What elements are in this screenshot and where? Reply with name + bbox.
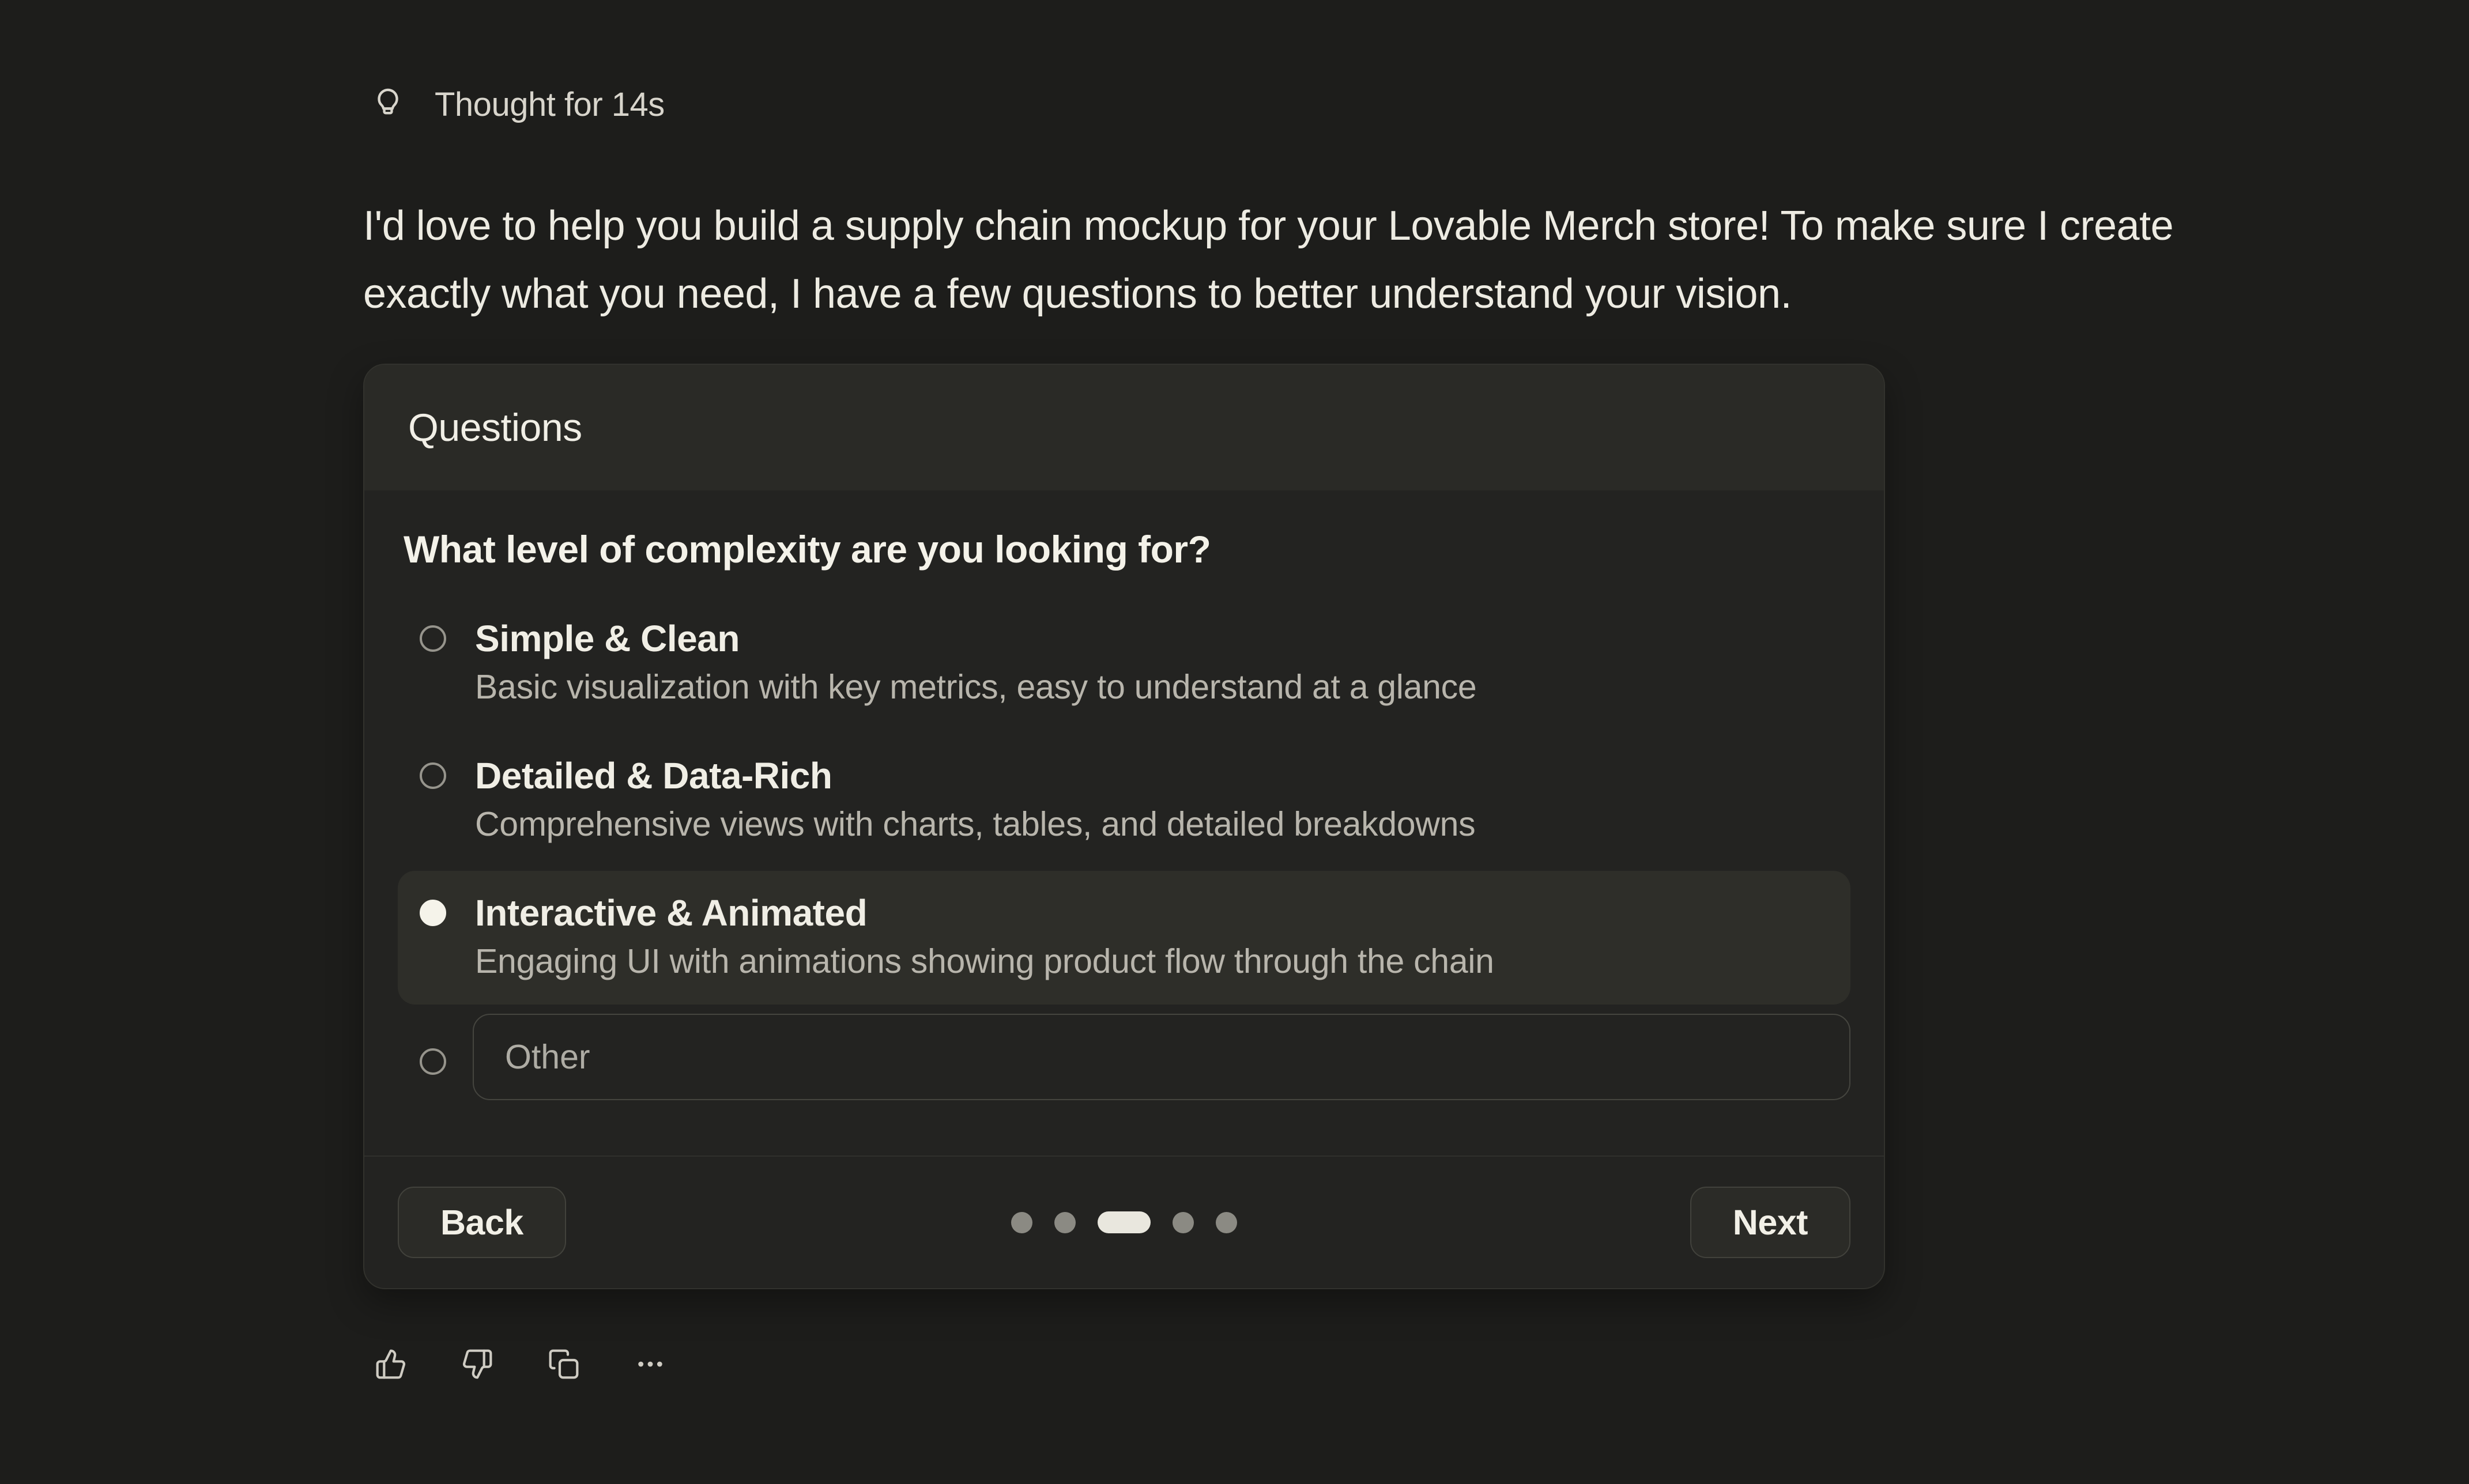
pagination-dot[interactable] xyxy=(1216,1212,1237,1233)
radio-unchecked-icon[interactable] xyxy=(420,1048,446,1075)
pagination-dot-active[interactable] xyxy=(1098,1211,1151,1233)
pagination-dot[interactable] xyxy=(1173,1212,1194,1233)
radio-unchecked-icon[interactable] xyxy=(420,762,446,789)
thumbs-down-icon[interactable] xyxy=(461,1348,493,1380)
option-interactive-animated[interactable]: Interactive & Animated Engaging UI with … xyxy=(398,871,1850,1005)
more-options-icon[interactable] xyxy=(634,1348,666,1380)
pagination-dots xyxy=(1011,1211,1237,1233)
option-other[interactable] xyxy=(398,1014,1850,1100)
questions-card-body: What level of complexity are you looking… xyxy=(364,490,1884,1156)
option-description: Basic visualization with key metrics, ea… xyxy=(475,664,1827,709)
questions-card-footer: Back Next xyxy=(364,1156,1884,1288)
next-button[interactable]: Next xyxy=(1690,1187,1850,1258)
assistant-message-text: I'd love to help you build a supply chai… xyxy=(363,192,2225,328)
thought-header[interactable]: Thought for 14s xyxy=(370,85,2266,124)
pagination-dot[interactable] xyxy=(1011,1212,1032,1233)
card-title: Questions xyxy=(408,405,582,450)
copy-icon[interactable] xyxy=(548,1348,580,1380)
option-description: Engaging UI with animations showing prod… xyxy=(475,939,1827,984)
question-text: What level of complexity are you looking… xyxy=(404,527,1850,571)
lightbulb-icon xyxy=(370,87,406,123)
option-label: Interactive & Animated xyxy=(475,890,1827,935)
option-detailed-data-rich[interactable]: Detailed & Data-Rich Comprehensive views… xyxy=(398,734,1850,867)
option-label: Detailed & Data-Rich xyxy=(475,753,1827,798)
option-description: Comprehensive views with charts, tables,… xyxy=(475,802,1827,847)
thumbs-up-icon[interactable] xyxy=(375,1348,407,1380)
questions-card-header: Questions xyxy=(364,365,1884,490)
pagination-dot[interactable] xyxy=(1054,1212,1076,1233)
message-actions xyxy=(375,1348,2266,1380)
thought-label: Thought for 14s xyxy=(435,85,665,124)
radio-unchecked-icon[interactable] xyxy=(420,625,446,652)
back-button[interactable]: Back xyxy=(398,1187,566,1258)
other-option-input[interactable] xyxy=(473,1014,1850,1100)
option-simple-clean[interactable]: Simple & Clean Basic visualization with … xyxy=(398,596,1850,730)
radio-checked-icon[interactable] xyxy=(420,900,446,926)
option-label: Simple & Clean xyxy=(475,616,1827,661)
questions-card: Questions What level of complexity are y… xyxy=(363,364,1885,1289)
chat-message-block: Thought for 14s I'd love to help you bui… xyxy=(363,85,2266,1380)
